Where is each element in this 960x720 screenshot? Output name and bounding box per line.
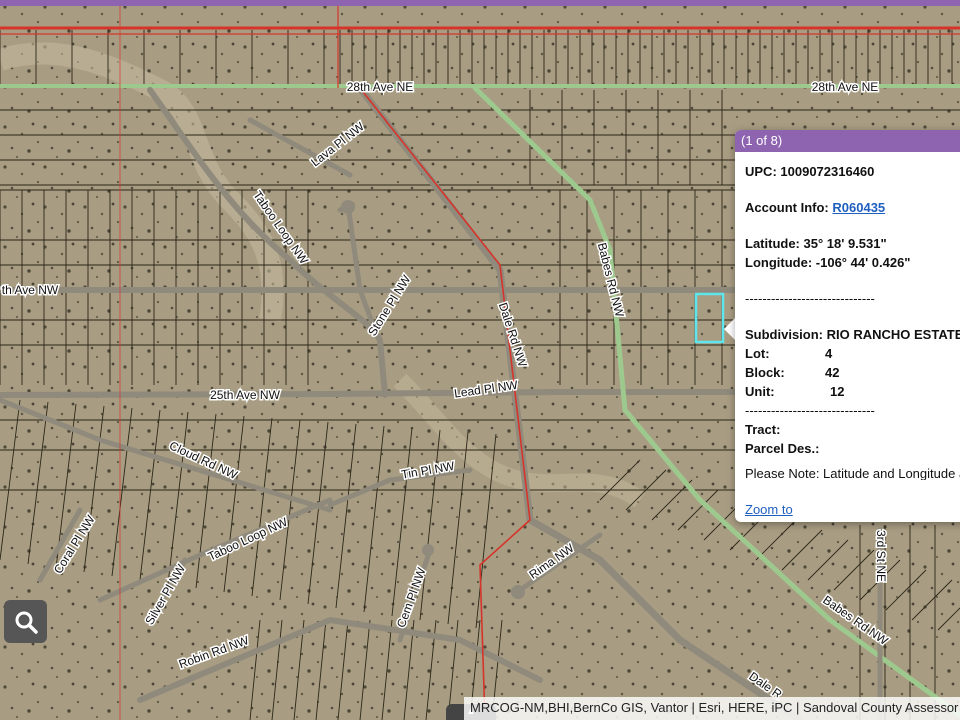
street-label: 25th Ave NW [210,388,280,402]
street-label: 3rd St NE [874,530,888,582]
latitude-label: Latitude: [745,236,800,251]
tract-label: Tract: [745,422,781,437]
account-link[interactable]: R060435 [832,200,885,215]
subdivision-label: Subdivision: [745,327,823,342]
magnifier-icon [15,611,38,634]
upc-label: UPC: [745,164,777,179]
account-label: Account Info: [745,200,829,215]
subdivision-value: RIO RANCHO ESTATES [826,327,960,342]
location-note: Please Note: Latitude and Longitude are … [745,466,960,480]
account-row: Account Info: R060435 [745,198,960,217]
unit-value: 12 [830,384,845,399]
latitude-row: Latitude: 35° 18' 9.531" [745,234,960,253]
longitude-value: -106° 44' 0.426" [815,255,911,270]
zoom-to-link[interactable]: Zoom to [745,502,793,517]
lot-value: 4 [825,346,833,361]
top-purple-bar [0,0,960,6]
upc-row: UPC: 1009072316460 [745,162,960,181]
cul-de-sac [422,544,434,556]
separator: ------------------------------ [745,403,875,418]
block-row: Block: 42 [745,363,960,382]
street-label: 28th Ave NE [347,80,414,94]
block-label: Block: [745,365,785,380]
block-value: 42 [825,365,840,380]
parcel-popup: (1 of 8) UPC: 1009072316460 Account Info… [735,130,960,522]
longitude-label: Longitude: [745,255,813,270]
unit-label: Unit: [745,384,775,399]
lot-label: Lot: [745,346,770,361]
longitude-row: Longitude: -106° 44' 0.426" [745,253,960,272]
street-label: 28th Ave NE [812,80,879,94]
cul-de-sac [511,585,525,599]
popup-header: (1 of 8) [735,130,960,152]
separator: ------------------------------ [745,291,875,306]
popup-body: UPC: 1009072316460 Account Info: R060435… [735,152,960,480]
lot-row: Lot: 4 [745,344,960,363]
tract-row: Tract: [745,420,960,439]
parcel-des-row: Parcel Des.: [745,439,960,458]
unit-row: Unit: 12 [745,382,960,401]
street-label: th Ave NW [2,283,59,297]
map-attribution: MRCOG-NM,BHI,BernCo GIS, Vantor | Esri, … [464,697,960,720]
subdivision-row: Subdivision: RIO RANCHO ESTATES [745,325,960,344]
upc-value: 1009072316460 [780,164,875,179]
search-button[interactable] [4,600,47,643]
parcel-des-label: Parcel Des.: [745,441,820,456]
latitude-value: 35° 18' 9.531" [803,236,887,251]
cul-de-sac [341,200,355,214]
